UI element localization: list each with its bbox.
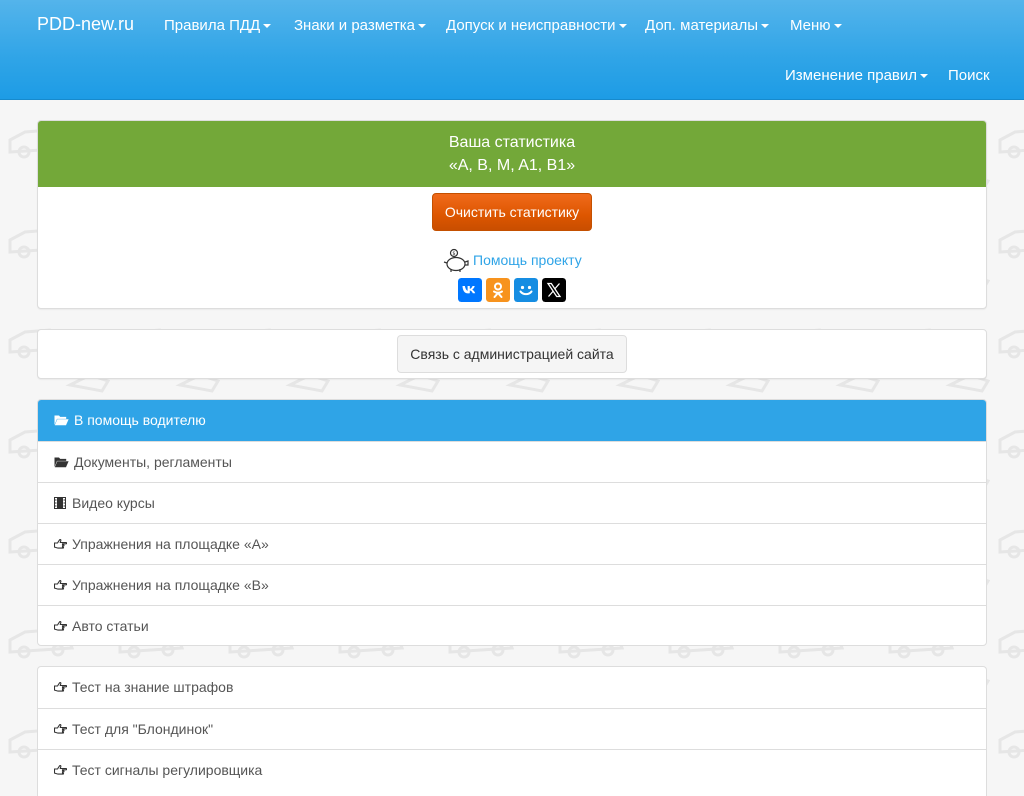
nav-search[interactable]: Поиск <box>948 67 990 85</box>
menu-item-label: Тест для "Блондинок" <box>72 721 214 737</box>
hand-right-icon <box>54 765 67 775</box>
menu-item-label: Видео курсы <box>72 495 155 511</box>
x-icon[interactable] <box>542 278 566 302</box>
menu-item-label: Упражнения на площадке «В» <box>72 577 269 593</box>
caret-down-icon <box>618 24 627 29</box>
moimir-icon[interactable] <box>514 278 538 302</box>
nav-extra-materials-label: Доп. материалы <box>645 17 759 34</box>
caret-down-icon <box>418 24 426 29</box>
nav-admission[interactable]: Допуск и неисправности <box>446 17 627 35</box>
menu-item-auto-articles[interactable]: Авто статьи <box>38 605 986 645</box>
menu-item-fines-test[interactable]: Тест на знание штрафов <box>38 667 986 708</box>
menu-item-label: Упражнения на площадке «А» <box>72 536 269 552</box>
menu-item-blondes-test[interactable]: Тест для "Блондинок" <box>38 708 986 749</box>
nav-menu-label: Меню <box>790 17 831 34</box>
statistics-title: Ваша статистика <box>448 134 576 151</box>
driver-help-menu: В помощь водителю Документы, регламенты … <box>37 399 987 646</box>
statistics-categories: «A, B, M, A1, B1» <box>448 157 576 174</box>
vk-icon[interactable] <box>458 278 482 302</box>
nav-rules-label: Правила ПДД <box>164 17 261 34</box>
menu-item-label: Документы, регламенты <box>74 454 232 470</box>
odnoklassniki-icon[interactable] <box>486 278 510 302</box>
svg-text:$: $ <box>452 251 455 257</box>
menu-item-label: Тест на знание штрафов <box>72 679 234 695</box>
nav-signs-label: Знаки и разметка <box>294 17 415 34</box>
tests-menu: Тест на знание штрафов Тест для "Блондин… <box>37 666 987 796</box>
nav-signs[interactable]: Знаки и разметка <box>294 17 426 35</box>
menu-item-label: Авто статьи <box>72 618 149 634</box>
statistics-panel: Ваша статистика «A, B, M, A1, B1» Очисти… <box>37 120 987 309</box>
site-brand-link[interactable]: PDD-new.ru <box>37 14 134 34</box>
hand-right-icon <box>54 621 67 631</box>
film-icon <box>54 497 66 509</box>
menu-item-video-courses[interactable]: Видео курсы <box>38 482 986 523</box>
statistics-header: Ваша статистика «A, B, M, A1, B1» <box>38 121 986 187</box>
menu-item-label: Тест сигналы регулировщика <box>72 762 263 778</box>
help-project-link[interactable]: Помощь проекту <box>473 252 582 268</box>
piggy-bank-icon: $ <box>443 248 469 272</box>
menu-item-traffic-controller-test[interactable]: Тест сигналы регулировщика <box>38 749 986 790</box>
clear-statistics-button[interactable]: Очистить статистику <box>432 193 592 231</box>
caret-down-icon <box>263 24 272 29</box>
hand-right-icon <box>54 682 67 692</box>
nav-admission-label: Допуск и неисправности <box>446 17 616 34</box>
caret-down-icon <box>833 24 842 29</box>
menu-item-label: В помощь водителю <box>74 412 206 428</box>
menu-item-documents[interactable]: Документы, регламенты <box>38 441 986 482</box>
menu-item-exercises-a[interactable]: Упражнения на площадке «А» <box>38 523 986 564</box>
folder-open-icon <box>54 457 69 468</box>
top-navbar: PDD-new.ru Правила ПДД Знаки и разметка … <box>0 0 1024 100</box>
nav-rule-changes-label: Изменение правил <box>785 67 918 84</box>
nav-rules[interactable]: Правила ПДД <box>164 17 272 35</box>
hand-right-icon <box>54 724 67 734</box>
caret-down-icon <box>761 24 770 29</box>
background-pattern <box>0 0 1024 768</box>
folder-open-icon <box>54 415 69 426</box>
menu-item-driver-help[interactable]: В помощь водителю <box>38 400 986 441</box>
nav-extra-materials[interactable]: Доп. материалы <box>645 17 770 35</box>
contact-admin-button[interactable]: Связь с администрацией сайта <box>397 335 627 373</box>
nav-rule-changes[interactable]: Изменение правил <box>785 67 929 85</box>
admin-contact-panel: Связь с администрацией сайта <box>37 329 987 379</box>
menu-item-exercises-b[interactable]: Упражнения на площадке «В» <box>38 564 986 605</box>
nav-menu[interactable]: Меню <box>790 17 842 35</box>
caret-down-icon <box>920 74 929 79</box>
hand-right-icon <box>54 539 67 549</box>
hand-right-icon <box>54 580 67 590</box>
